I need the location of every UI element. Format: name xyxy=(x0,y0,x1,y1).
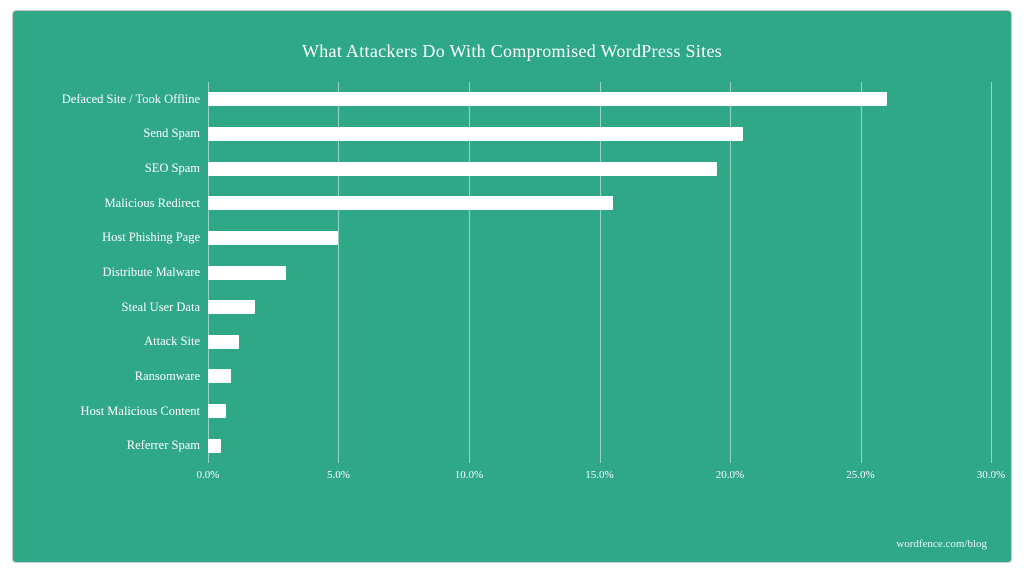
y-label: Host Phishing Page xyxy=(33,221,200,256)
bar xyxy=(208,162,717,176)
bars-rows xyxy=(208,82,991,463)
bar xyxy=(208,404,226,418)
bar-row xyxy=(208,151,991,186)
bar xyxy=(208,196,613,210)
y-labels: Defaced Site / Took OfflineSend SpamSEO … xyxy=(33,82,208,493)
x-tick: 15.0% xyxy=(585,469,613,481)
y-label: Steal User Data xyxy=(33,290,200,325)
y-label: Attack Site xyxy=(33,324,200,359)
y-label: Send Spam xyxy=(33,117,200,152)
bar xyxy=(208,92,887,106)
x-tick: 20.0% xyxy=(716,469,744,481)
bar-row xyxy=(208,82,991,117)
chart-title: What Attackers Do With Compromised WordP… xyxy=(33,41,991,62)
bar-row xyxy=(208,186,991,221)
bar xyxy=(208,127,743,141)
x-axis: 0.0%5.0%10.0%15.0%20.0%25.0%30.0% xyxy=(208,463,991,493)
y-label: Ransomware xyxy=(33,359,200,394)
x-tick: 25.0% xyxy=(846,469,874,481)
x-tick: 30.0% xyxy=(977,469,1005,481)
bar-row xyxy=(208,255,991,290)
y-label: Malicious Redirect xyxy=(33,186,200,221)
bar xyxy=(208,439,221,453)
chart-container: What Attackers Do With Compromised WordP… xyxy=(12,10,1012,563)
y-label: Host Malicious Content xyxy=(33,394,200,429)
watermark: wordfence.com/blog xyxy=(896,538,987,550)
bar-row xyxy=(208,324,991,359)
bar xyxy=(208,300,255,314)
y-label: Defaced Site / Took Offline xyxy=(33,82,200,117)
grid-line xyxy=(991,82,992,463)
x-tick: 0.0% xyxy=(197,469,220,481)
bar xyxy=(208,231,338,245)
bar-row xyxy=(208,394,991,429)
grid-and-bars xyxy=(208,82,991,463)
bar-row xyxy=(208,221,991,256)
y-label: Distribute Malware xyxy=(33,255,200,290)
bar xyxy=(208,369,231,383)
x-tick: 10.0% xyxy=(455,469,483,481)
bar-row xyxy=(208,290,991,325)
bar-row xyxy=(208,428,991,463)
y-label: Referrer Spam xyxy=(33,428,200,463)
bar xyxy=(208,335,239,349)
chart-area: Defaced Site / Took OfflineSend SpamSEO … xyxy=(33,82,991,493)
bar xyxy=(208,266,286,280)
bar-row xyxy=(208,117,991,152)
bars-area: 0.0%5.0%10.0%15.0%20.0%25.0%30.0% xyxy=(208,82,991,493)
bar-row xyxy=(208,359,991,394)
x-tick: 5.0% xyxy=(327,469,350,481)
y-label: SEO Spam xyxy=(33,151,200,186)
